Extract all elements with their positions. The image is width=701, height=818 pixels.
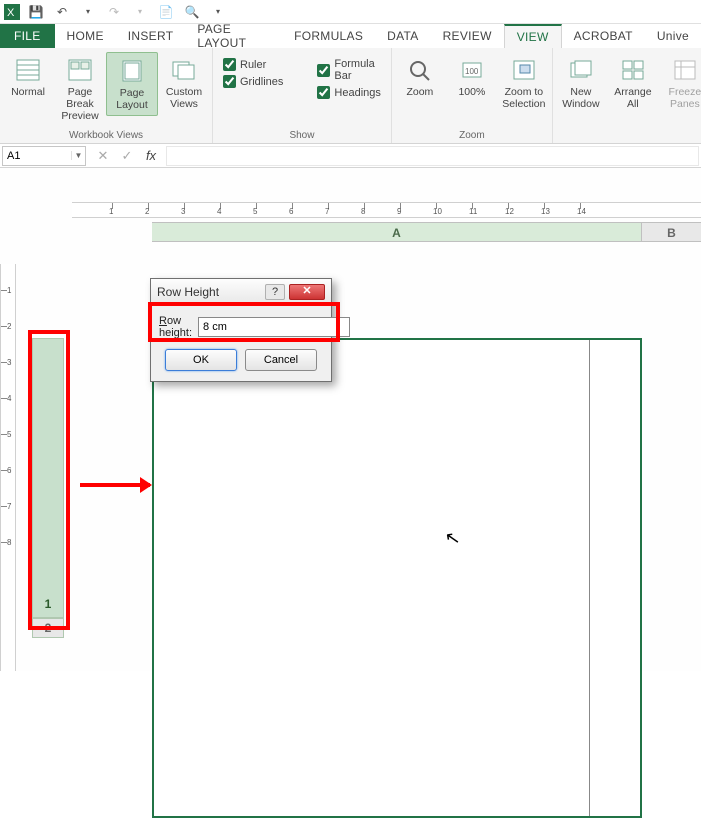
undo-icon[interactable]: ↶ [54, 4, 70, 20]
formula-input[interactable] [166, 146, 699, 166]
group-label-show: Show [215, 128, 389, 143]
undo-dropdown-icon[interactable]: ▾ [80, 4, 96, 20]
page-break-preview-button[interactable]: Page Break Preview [54, 52, 106, 126]
excel-icon: X [4, 4, 20, 20]
custom-views-button[interactable]: Custom Views [158, 52, 210, 114]
group-show: Ruler Gridlines Formula Bar Headings Sho… [213, 48, 392, 143]
page-preview[interactable] [152, 338, 642, 818]
group-label-zoom: Zoom [394, 128, 550, 143]
print-preview-icon[interactable]: 🔍 [184, 4, 200, 20]
row-height-dialog: Row Height ? ✕ Row height: OK Cancel [150, 278, 332, 382]
horizontal-ruler: 123 456 789 101112 1314 [72, 202, 701, 218]
save-icon[interactable]: 💾 [28, 4, 44, 20]
cancel-button[interactable]: Cancel [245, 349, 317, 371]
worksheet-area: 123 456 789 101112 1314 123 456 78 A B 1… [0, 168, 701, 671]
normal-icon [14, 56, 42, 84]
annotation-arrow [80, 483, 150, 487]
zoom-selection-icon [510, 56, 538, 84]
tab-unive[interactable]: Unive [645, 24, 701, 48]
redo-icon[interactable]: ↷ [106, 4, 122, 20]
tab-home[interactable]: HOME [55, 24, 116, 48]
tab-review[interactable]: REVIEW [431, 24, 504, 48]
freeze-panes-label: Freeze Panes [669, 86, 701, 110]
quick-access-toolbar: 💾 ↶ ▾ ↷ ▾ 📄 🔍 ▾ [28, 4, 226, 20]
touch-mode-icon[interactable]: 📄 [158, 4, 174, 20]
new-window-button[interactable]: New Window [555, 52, 607, 114]
group-workbook-views: Normal Page Break Preview Page Layout Cu… [0, 48, 213, 143]
zoom-selection-label: Zoom to Selection [502, 86, 545, 110]
dialog-help-button[interactable]: ? [265, 284, 285, 300]
formula-bar: A1 ▼ ✕ ✓ fx [0, 144, 701, 168]
normal-label: Normal [11, 86, 45, 98]
name-box-dropdown-icon[interactable]: ▼ [71, 151, 85, 160]
custom-views-label: Custom Views [166, 86, 202, 110]
new-window-icon [567, 56, 595, 84]
tab-acrobat[interactable]: ACROBAT [562, 24, 645, 48]
page-layout-label: Page Layout [116, 87, 148, 111]
custom-views-icon [170, 56, 198, 84]
normal-view-button[interactable]: Normal [2, 52, 54, 102]
formula-bar-checkbox[interactable]: Formula Bar [317, 58, 380, 82]
dialog-titlebar[interactable]: Row Height ? ✕ [151, 279, 331, 305]
headings-label: Headings [334, 87, 380, 99]
gridlines-checkbox[interactable]: Gridlines [223, 75, 283, 88]
tab-insert[interactable]: INSERT [116, 24, 186, 48]
group-label-views: Workbook Views [2, 128, 210, 143]
tab-view[interactable]: VIEW [504, 24, 562, 48]
zoom-icon [406, 56, 434, 84]
ribbon-tabs: FILE HOME INSERT PAGE LAYOUT FORMULAS DA… [0, 24, 701, 48]
new-window-label: New Window [562, 86, 599, 110]
freeze-panes-icon [671, 56, 699, 84]
group-window: New Window Arrange All Freeze Panes S H … [553, 48, 701, 143]
name-box-value: A1 [3, 150, 71, 162]
gridlines-label: Gridlines [240, 76, 283, 88]
arrange-all-icon [619, 56, 647, 84]
title-bar: X 💾 ↶ ▾ ↷ ▾ 📄 🔍 ▾ [0, 0, 701, 24]
arrange-all-label: Arrange All [614, 86, 651, 110]
vertical-ruler: 123 456 78 [0, 264, 16, 671]
redo-dropdown-icon: ▾ [132, 4, 148, 20]
dialog-title: Row Height [157, 285, 219, 299]
qat-customize-icon[interactable]: ▾ [210, 4, 226, 20]
zoom-100-button[interactable]: 100 100% [446, 52, 498, 102]
ok-button[interactable]: OK [165, 349, 237, 371]
zoom-100-icon: 100 [458, 56, 486, 84]
column-header-b[interactable]: B [642, 223, 701, 241]
dialog-close-button[interactable]: ✕ [289, 284, 325, 300]
name-box[interactable]: A1 ▼ [2, 146, 86, 166]
page-break-icon [66, 56, 94, 84]
tab-formulas[interactable]: FORMULAS [282, 24, 375, 48]
ruler-label: Ruler [240, 59, 266, 71]
headings-checkbox[interactable]: Headings [317, 86, 380, 99]
zoom-label: Zoom [406, 86, 433, 98]
fx-icon[interactable]: fx [142, 148, 160, 163]
tab-data[interactable]: DATA [375, 24, 430, 48]
zoom-selection-button[interactable]: Zoom to Selection [498, 52, 550, 114]
page-break-label: Page Break Preview [54, 86, 106, 122]
svg-text:X: X [7, 7, 15, 19]
column-headers[interactable]: A B [152, 222, 701, 242]
cancel-formula-icon: ✕ [94, 148, 112, 164]
arrange-all-button[interactable]: Arrange All [607, 52, 659, 114]
tab-file[interactable]: FILE [0, 24, 55, 48]
ruler-checkbox[interactable]: Ruler [223, 58, 283, 71]
page-layout-button[interactable]: Page Layout [106, 52, 158, 116]
row-height-input[interactable] [198, 317, 350, 337]
annotation-box-row [28, 330, 70, 630]
formula-bar-label: Formula Bar [334, 58, 380, 82]
ribbon: Normal Page Break Preview Page Layout Cu… [0, 48, 701, 144]
group-zoom: Zoom 100 100% Zoom to Selection Zoom [392, 48, 553, 143]
freeze-panes-button[interactable]: Freeze Panes [659, 52, 701, 114]
column-header-a[interactable]: A [152, 223, 642, 241]
page-layout-icon [118, 57, 146, 85]
row-height-label: Row height: [159, 315, 192, 339]
svg-text:100: 100 [465, 67, 479, 76]
zoom-100-label: 100% [458, 86, 485, 98]
zoom-button[interactable]: Zoom [394, 52, 446, 102]
enter-formula-icon: ✓ [118, 148, 136, 164]
tab-page-layout[interactable]: PAGE LAYOUT [185, 24, 282, 48]
